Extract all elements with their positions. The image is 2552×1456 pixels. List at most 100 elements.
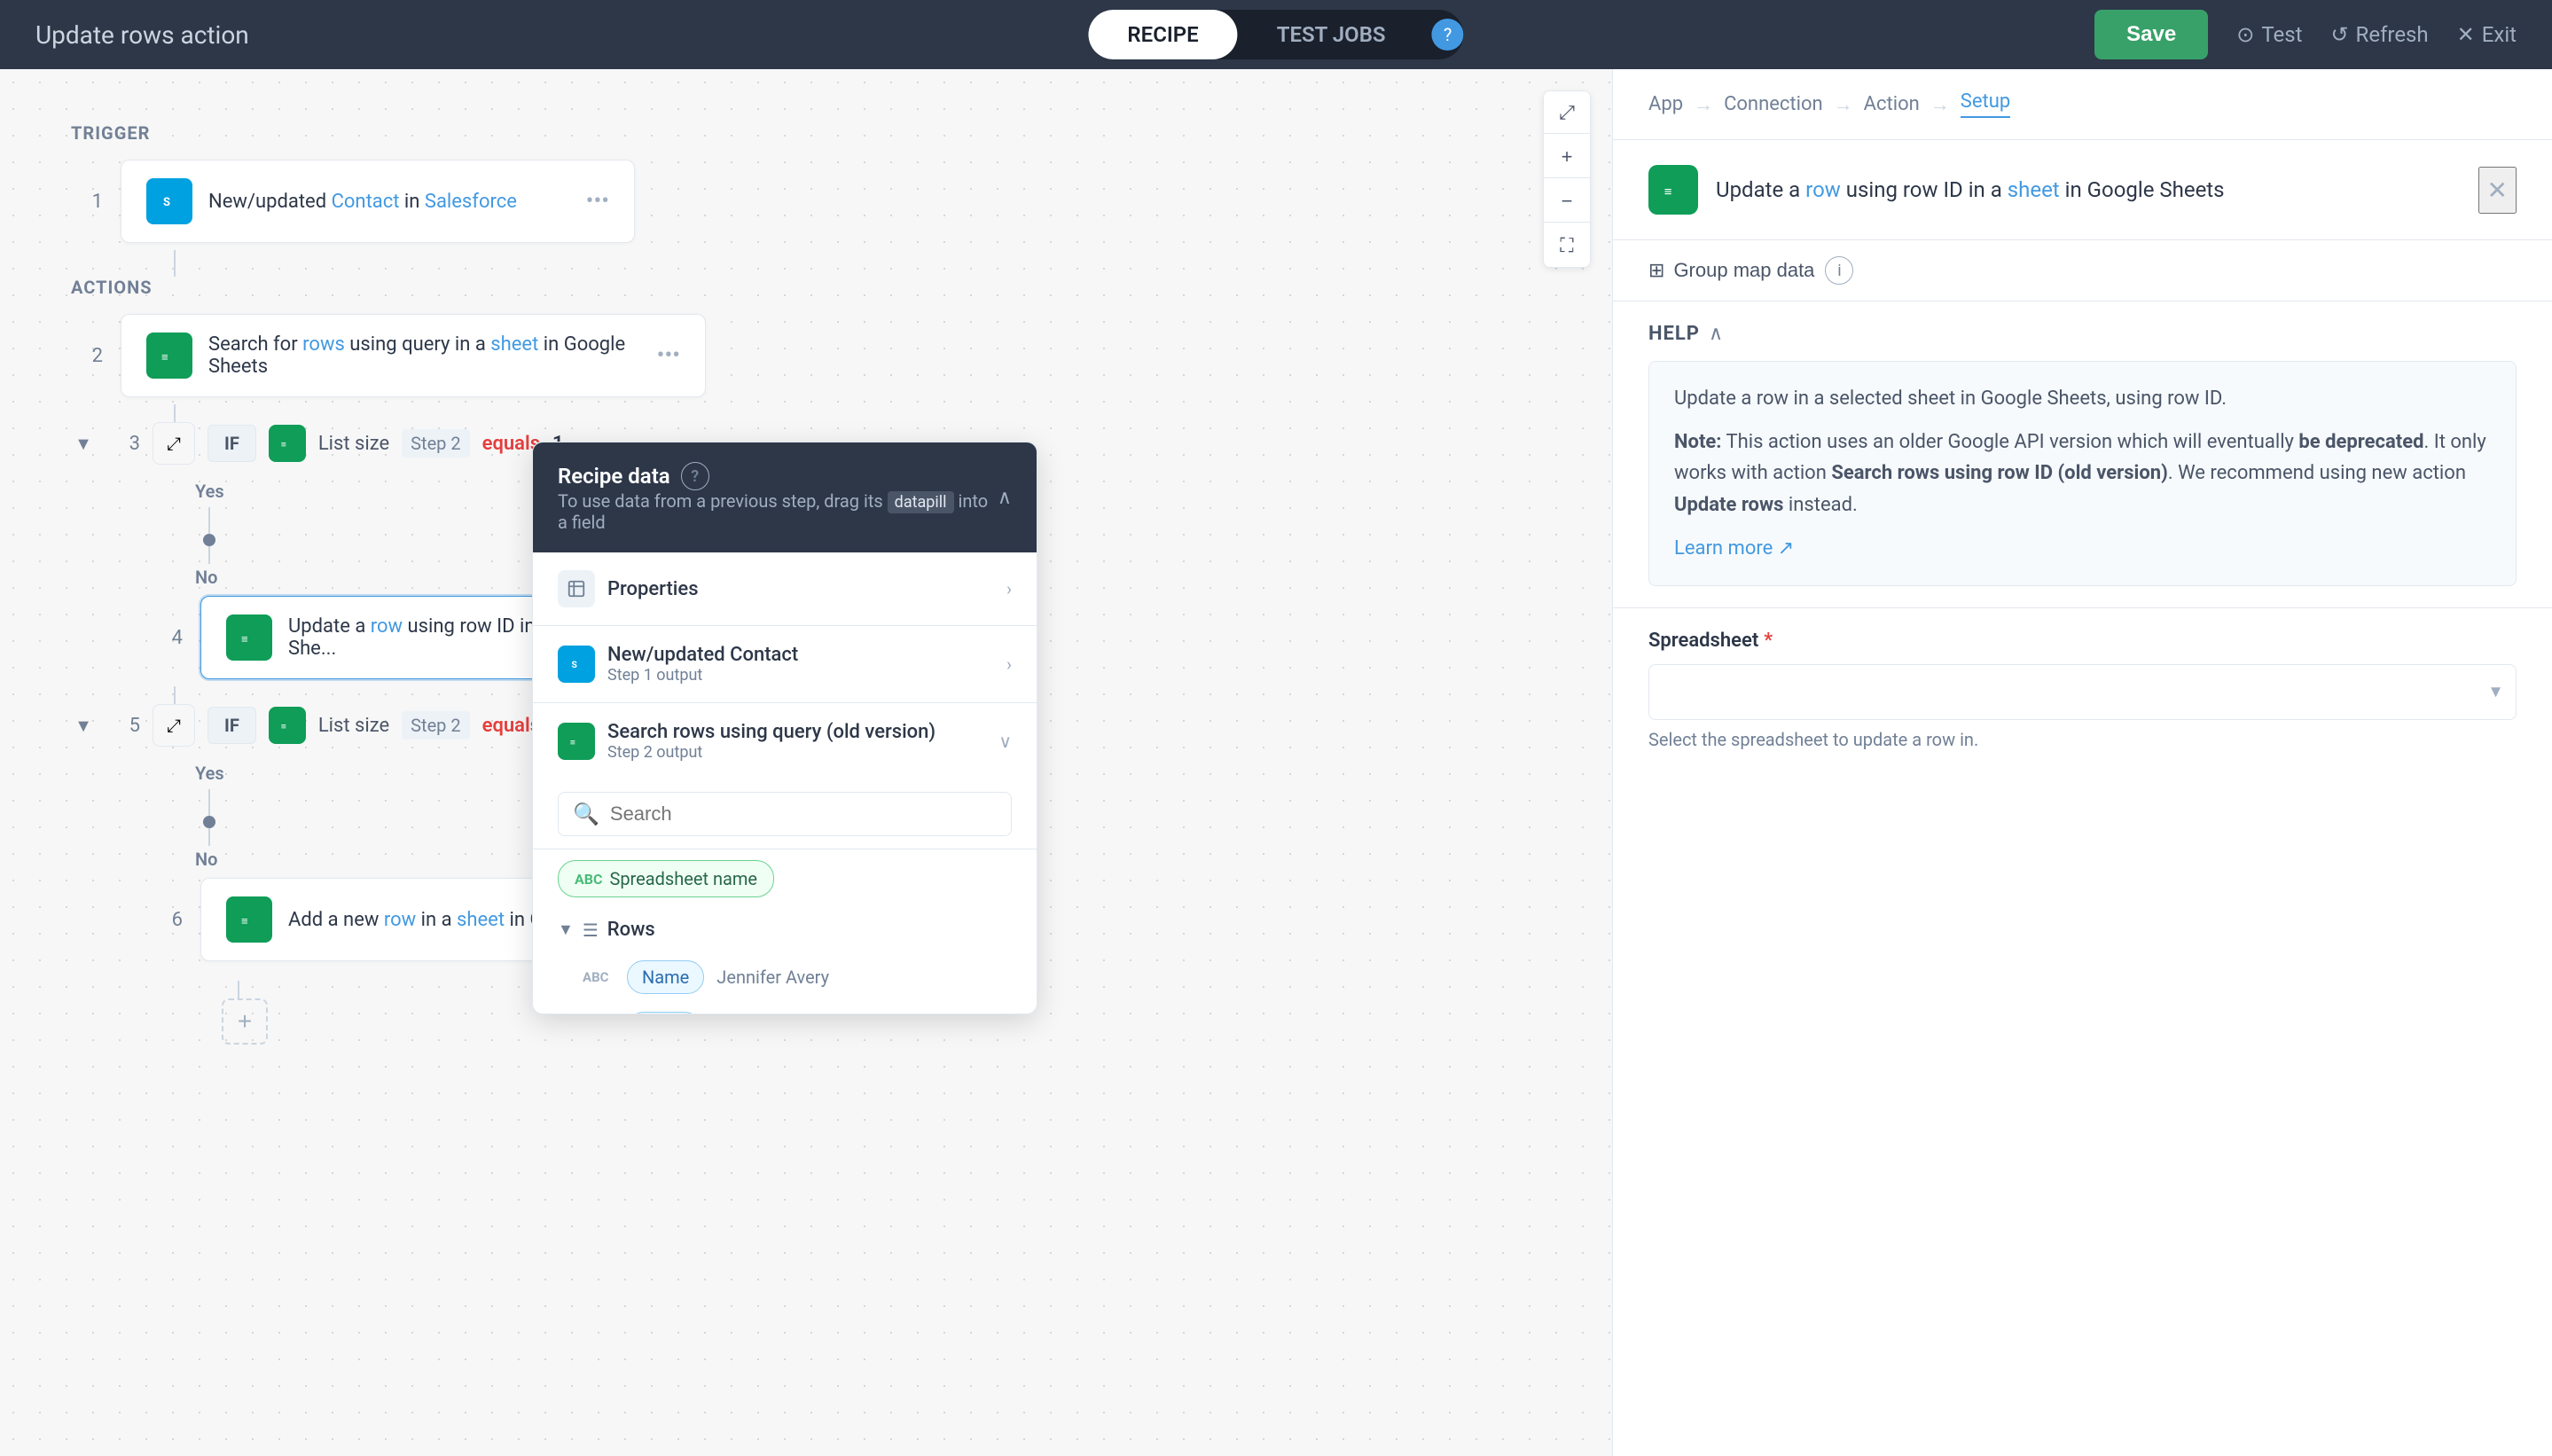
main-layout: ⤢ + − ⛶ TRIGGER 1 S New/updated Contact … [0, 69, 2552, 1456]
spreadsheet-select-wrapper: ▾ [1648, 664, 2517, 720]
no-branch-3: No [124, 564, 217, 589]
test-link[interactable]: ⊙ Test [2236, 22, 2302, 47]
if-step-ref-3: Step 2 [402, 429, 469, 458]
panel-app-icon: ≡ [1648, 165, 1698, 215]
contact-label: New/updated Contact [607, 644, 994, 666]
step-card-1[interactable]: S New/updated Contact in Salesforce ••• [121, 160, 635, 243]
contact-header[interactable]: S New/updated Contact Step 1 output › [533, 626, 1037, 702]
step-num-4: 4 [151, 627, 183, 649]
sheets-icon-4: ≡ [226, 614, 272, 661]
required-star: * [1764, 630, 1773, 652]
svg-text:≡: ≡ [1664, 184, 1672, 200]
nav-arrow-3: → [1930, 93, 1950, 116]
popup-section-properties: Properties › [533, 552, 1037, 626]
learn-more-link[interactable]: Learn more ↗ [1674, 537, 1794, 560]
spreadsheet-name-pill[interactable]: ABC Spreadsheet name [558, 860, 774, 897]
yes-label-3: Yes [195, 481, 224, 502]
spreadsheet-section: Spreadsheet * ▾ Select the spreadsheet t… [1613, 607, 2552, 771]
contact-sublabel: Step 1 output [607, 666, 994, 685]
workflow-canvas: ⤢ + − ⛶ TRIGGER 1 S New/updated Contact … [0, 69, 1612, 1456]
popup-title-area: Recipe data ? To use data from a previou… [558, 462, 998, 533]
save-button[interactable]: Save [2094, 10, 2208, 59]
popup-title: Recipe data ? [558, 462, 998, 490]
step-1-menu[interactable]: ••• [586, 188, 609, 215]
step-num-5: 5 [108, 715, 140, 737]
help-badge[interactable]: ? [1432, 19, 1464, 51]
popup-body: Properties › S New/updated Contact Step … [533, 552, 1037, 1014]
pill-label-1: Spreadsheet name [609, 868, 757, 889]
nav-setup[interactable]: Setup [1961, 90, 2010, 118]
add-step-button[interactable]: + [222, 998, 268, 1045]
popup-collapse-button[interactable]: ∧ [998, 487, 1012, 509]
properties-header[interactable]: Properties › [533, 552, 1037, 625]
help-collapse-icon: ∧ [1709, 323, 1723, 345]
help-header[interactable]: HELP ∧ [1648, 323, 2517, 345]
popup-section-searchrows: ≡ Search rows using query (old version) … [533, 703, 1037, 1014]
nav-connection[interactable]: Connection [1724, 93, 1823, 115]
step-card-2[interactable]: ≡ Search for rows using query in a sheet… [121, 314, 706, 397]
panel-close-button[interactable]: ✕ [2478, 167, 2517, 214]
name-pill[interactable]: Name [627, 960, 704, 994]
tab-testjobs[interactable]: TEST JOBS [1238, 10, 1425, 59]
step-num-1: 1 [71, 191, 103, 213]
step-2-menu[interactable]: ••• [657, 342, 680, 369]
svg-text:≡: ≡ [241, 915, 248, 928]
sheets-icon-2: ≡ [146, 333, 192, 379]
if-label-5: List size [318, 715, 389, 737]
expand-3[interactable]: ▼ [71, 433, 96, 455]
nav-app[interactable]: App [1648, 93, 1683, 115]
searchrows-header[interactable]: ≡ Search rows using query (old version) … [533, 703, 1037, 779]
nav-action[interactable]: Action [1864, 93, 1920, 115]
connector-1 [174, 250, 176, 277]
panel-header: ≡ Update a row using row ID in a sheet i… [1613, 140, 2552, 240]
tab-recipe[interactable]: RECIPE [1088, 10, 1237, 59]
refresh-link[interactable]: ↺ Refresh [2330, 22, 2428, 47]
if-icon-3: ⤢ [153, 422, 195, 465]
test-icon: ⊙ [2236, 22, 2254, 47]
rows-section: ▼ ☰ Rows ABC Name Jennifer Avery ABC Ema… [533, 908, 1037, 1014]
contact-icon: S [558, 646, 595, 683]
yes-label-5: Yes [195, 763, 224, 784]
properties-chevron: › [1006, 578, 1012, 599]
help-label: HELP [1648, 323, 1700, 345]
rows-header[interactable]: ▼ ☰ Rows [558, 908, 1012, 951]
group-map-button[interactable]: ⊞ Group map data [1648, 259, 1814, 282]
step-row-2: 2 ≡ Search for rows using query in a she… [71, 314, 1541, 397]
expand-5[interactable]: ▼ [71, 715, 96, 737]
connector-2 [174, 404, 176, 422]
refresh-icon: ↺ [2330, 22, 2348, 47]
svg-text:≡: ≡ [281, 441, 286, 450]
step-num-2: 2 [71, 345, 103, 367]
step-num-6: 6 [151, 909, 183, 931]
if-label-3: List size [318, 433, 389, 455]
nav-arrow-1: → [1694, 93, 1713, 116]
topbar-actions: Save ⊙ Test ↺ Refresh ✕ Exit [2094, 10, 2517, 59]
group-map-icon: ⊞ [1648, 259, 1664, 282]
searchrows-label: Search rows using query (old version) [607, 721, 986, 743]
if-icon-5: ⤢ [153, 704, 195, 747]
sheets-icon-3: ≡ [269, 425, 306, 462]
popup-search-area: 🔍 [533, 779, 1037, 849]
actions-label: ACTIONS [71, 277, 1541, 298]
if-badge-5: IF [207, 707, 256, 744]
field-abc-name: ABC [583, 969, 615, 985]
group-map-bar: ⊞ Group map data i [1613, 240, 2552, 301]
sheets-icon-6: ≡ [226, 896, 272, 943]
exit-link[interactable]: ✕ Exit [2457, 22, 2517, 47]
group-map-info-icon[interactable]: i [1825, 256, 1853, 285]
popup-hint: To use data from a previous step, drag i… [558, 490, 998, 533]
spreadsheet-select[interactable] [1648, 664, 2517, 720]
datapill-row: ABC Spreadsheet name [533, 849, 1037, 908]
step-num-3: 3 [108, 433, 140, 455]
recipe-info-icon[interactable]: ? [681, 462, 709, 490]
search-input-wrap: 🔍 [558, 792, 1012, 836]
search-input[interactable] [610, 802, 997, 826]
rows-label: Rows [607, 919, 655, 941]
step-1-text: New/updated Contact in Salesforce [208, 191, 570, 213]
spreadsheet-hint: Select the spreadsheet to update a row i… [1648, 729, 2517, 750]
svg-text:S: S [163, 196, 170, 209]
email-pill[interactable]: Email [627, 1012, 701, 1014]
searchrows-icon: ≡ [558, 723, 595, 760]
search-icon: 🔍 [573, 802, 599, 826]
no-branch-5: No [124, 846, 217, 871]
